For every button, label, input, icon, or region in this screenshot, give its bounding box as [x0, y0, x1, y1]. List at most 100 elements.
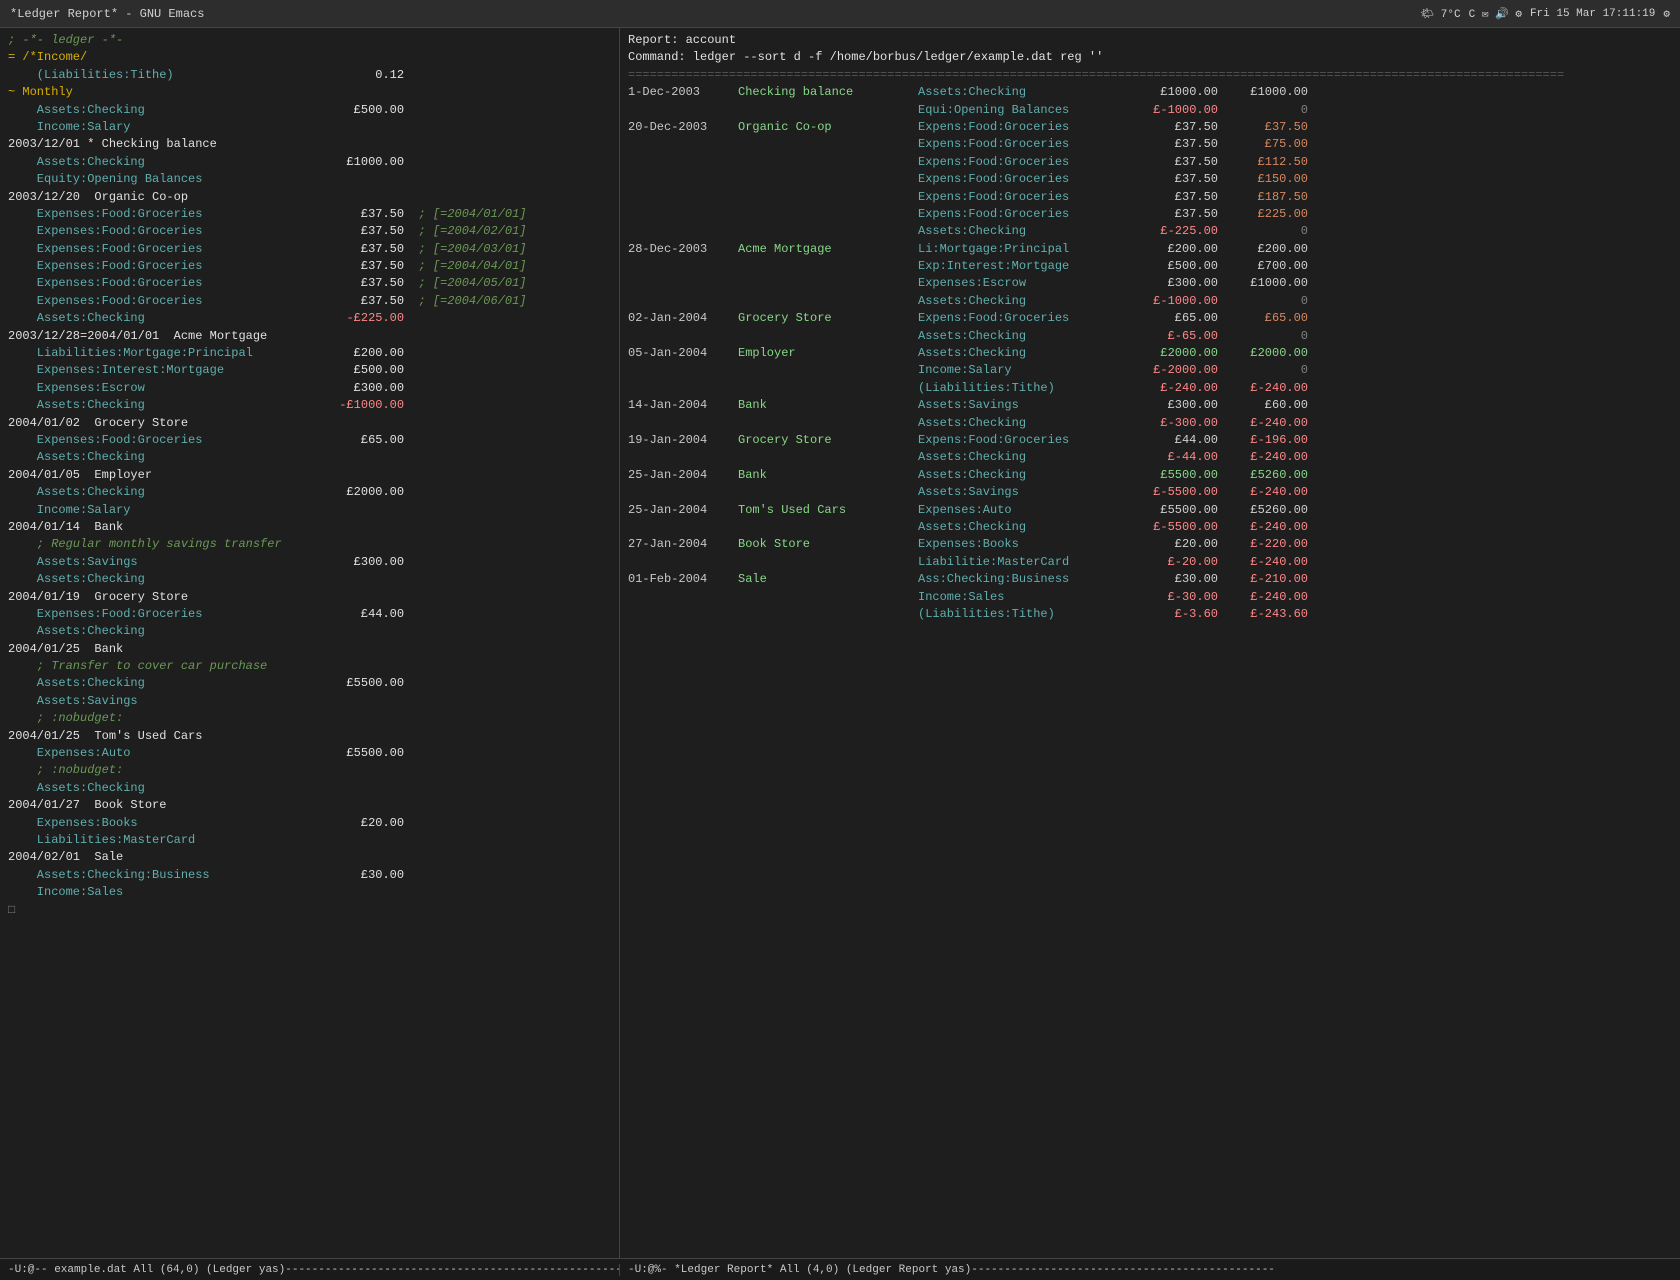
left-line: Assets:Checking £2000.00	[8, 484, 611, 501]
report-row: 19-Jan-2004Grocery StoreExpens:Food:Groc…	[628, 432, 1672, 449]
row-account: Assets:Checking	[918, 84, 1128, 101]
main-area: ; -*- ledger -*-= /*Income/ (Liabilities…	[0, 28, 1680, 1258]
row-balance: £-240.00	[1218, 519, 1308, 536]
report-row: Income:Sales£-30.00£-240.00	[628, 589, 1672, 606]
row-payee: Organic Co-op	[738, 119, 918, 136]
weather-display: 🌤 7°C	[1420, 7, 1460, 21]
report-title: Report: account	[628, 32, 1672, 49]
row-date: 25-Jan-2004	[628, 502, 738, 519]
report-row: Assets:Checking£-44.00£-240.00	[628, 449, 1672, 466]
row-amount: £37.50	[1128, 119, 1218, 136]
row-date: 1-Dec-2003	[628, 84, 738, 101]
titlebar-right: 🌤 7°C C ✉ 🔊 ⚙ Fri 15 Mar 17:11:19 ⚙	[1420, 7, 1670, 21]
row-amount: £30.00	[1128, 571, 1218, 588]
row-balance: £65.00	[1218, 310, 1308, 327]
row-account: Equi:Opening Balances	[918, 102, 1128, 119]
report-row: (Liabilities:Tithe)£-3.60£-243.60	[628, 606, 1672, 623]
statusbar-left: -U:@-- example.dat All (64,0) (Ledger ya…	[0, 1264, 620, 1276]
left-line: 2003/12/28=2004/01/01 Acme Mortgage	[8, 328, 611, 345]
row-account: Assets:Checking	[918, 467, 1128, 484]
row-balance: £225.00	[1218, 206, 1308, 223]
row-balance: £-240.00	[1218, 589, 1308, 606]
row-account: Liabilitie:MasterCard	[918, 554, 1128, 571]
report-row: Expens:Food:Groceries£37.50£187.50	[628, 189, 1672, 206]
row-account: Expens:Food:Groceries	[918, 189, 1128, 206]
row-payee: Employer	[738, 345, 918, 362]
row-amount: £37.50	[1128, 154, 1218, 171]
left-line: 2004/02/01 Sale	[8, 849, 611, 866]
row-balance: £700.00	[1218, 258, 1308, 275]
report-row: Assets:Checking£-225.000	[628, 223, 1672, 240]
row-balance: £5260.00	[1218, 467, 1308, 484]
report-row: Assets:Savings£-5500.00£-240.00	[628, 484, 1672, 501]
row-account: Expens:Food:Groceries	[918, 310, 1128, 327]
left-line: = /*Income/	[8, 49, 611, 66]
report-row: 1-Dec-2003Checking balanceAssets:Checkin…	[628, 84, 1672, 101]
row-payee	[738, 519, 918, 536]
row-account: Assets:Checking	[918, 415, 1128, 432]
row-account: Expenses:Auto	[918, 502, 1128, 519]
left-line: 2004/01/27 Book Store	[8, 797, 611, 814]
row-date	[628, 293, 738, 310]
row-date: 05-Jan-2004	[628, 345, 738, 362]
left-line: Assets:Checking	[8, 623, 611, 640]
row-account: Ass:Checking:Business	[918, 571, 1128, 588]
row-balance: £-243.60	[1218, 606, 1308, 623]
row-date	[628, 589, 738, 606]
row-payee: Bank	[738, 397, 918, 414]
row-amount: £-300.00	[1128, 415, 1218, 432]
row-balance: £-220.00	[1218, 536, 1308, 553]
report-row: 28-Dec-2003Acme MortgageLi:Mortgage:Prin…	[628, 241, 1672, 258]
left-line: Expenses:Food:Groceries £44.00	[8, 606, 611, 623]
row-account: Assets:Checking	[918, 519, 1128, 536]
left-line: Assets:Savings	[8, 693, 611, 710]
row-payee	[738, 275, 918, 292]
datetime-display: Fri 15 Mar 17:11:19	[1530, 8, 1655, 20]
row-payee	[738, 380, 918, 397]
row-payee: Checking balance	[738, 84, 918, 101]
row-date: 19-Jan-2004	[628, 432, 738, 449]
left-line: (Liabilities:Tithe) 0.12	[8, 67, 611, 84]
report-row: Expens:Food:Groceries£37.50£112.50	[628, 154, 1672, 171]
left-line: 2003/12/01 * Checking balance	[8, 136, 611, 153]
row-account: (Liabilities:Tithe)	[918, 380, 1128, 397]
row-amount: £-65.00	[1128, 328, 1218, 345]
titlebar: *Ledger Report* - GNU Emacs 🌤 7°C C ✉ 🔊 …	[0, 0, 1680, 28]
left-line: ; Transfer to cover car purchase	[8, 658, 611, 675]
row-account: Expens:Food:Groceries	[918, 171, 1128, 188]
settings-icon[interactable]: ⚙	[1663, 7, 1670, 21]
row-amount: £-2000.00	[1128, 362, 1218, 379]
row-date	[628, 415, 738, 432]
row-date	[628, 554, 738, 571]
row-date: 14-Jan-2004	[628, 397, 738, 414]
row-balance: £-240.00	[1218, 415, 1308, 432]
row-amount: £300.00	[1128, 275, 1218, 292]
row-payee: Grocery Store	[738, 432, 918, 449]
left-line: Assets:Checking	[8, 571, 611, 588]
row-amount: £-44.00	[1128, 449, 1218, 466]
row-payee	[738, 554, 918, 571]
row-date: 28-Dec-2003	[628, 241, 738, 258]
row-account: Expenses:Escrow	[918, 275, 1128, 292]
row-balance: 0	[1218, 293, 1308, 310]
left-line: 2004/01/25 Bank	[8, 641, 611, 658]
row-account: Expenses:Books	[918, 536, 1128, 553]
row-amount: £5500.00	[1128, 502, 1218, 519]
row-date	[628, 362, 738, 379]
right-pane-report[interactable]: Report: account Command: ledger --sort d…	[620, 28, 1680, 1258]
left-pane-editor[interactable]: ; -*- ledger -*-= /*Income/ (Liabilities…	[0, 28, 620, 1258]
left-line: Equity:Opening Balances	[8, 171, 611, 188]
row-amount: £65.00	[1128, 310, 1218, 327]
left-line: Expenses:Books £20.00	[8, 815, 611, 832]
row-date	[628, 449, 738, 466]
report-row: 05-Jan-2004EmployerAssets:Checking£2000.…	[628, 345, 1672, 362]
row-amount: £300.00	[1128, 397, 1218, 414]
report-header: Report: account Command: ledger --sort d…	[628, 32, 1672, 84]
left-line: Assets:Checking £5500.00	[8, 675, 611, 692]
row-account: Expens:Food:Groceries	[918, 136, 1128, 153]
row-balance: 0	[1218, 362, 1308, 379]
row-balance: £200.00	[1218, 241, 1308, 258]
left-line: ; :nobudget:	[8, 762, 611, 779]
left-line: Assets:Checking	[8, 449, 611, 466]
report-row: 25-Jan-2004BankAssets:Checking£5500.00£5…	[628, 467, 1672, 484]
